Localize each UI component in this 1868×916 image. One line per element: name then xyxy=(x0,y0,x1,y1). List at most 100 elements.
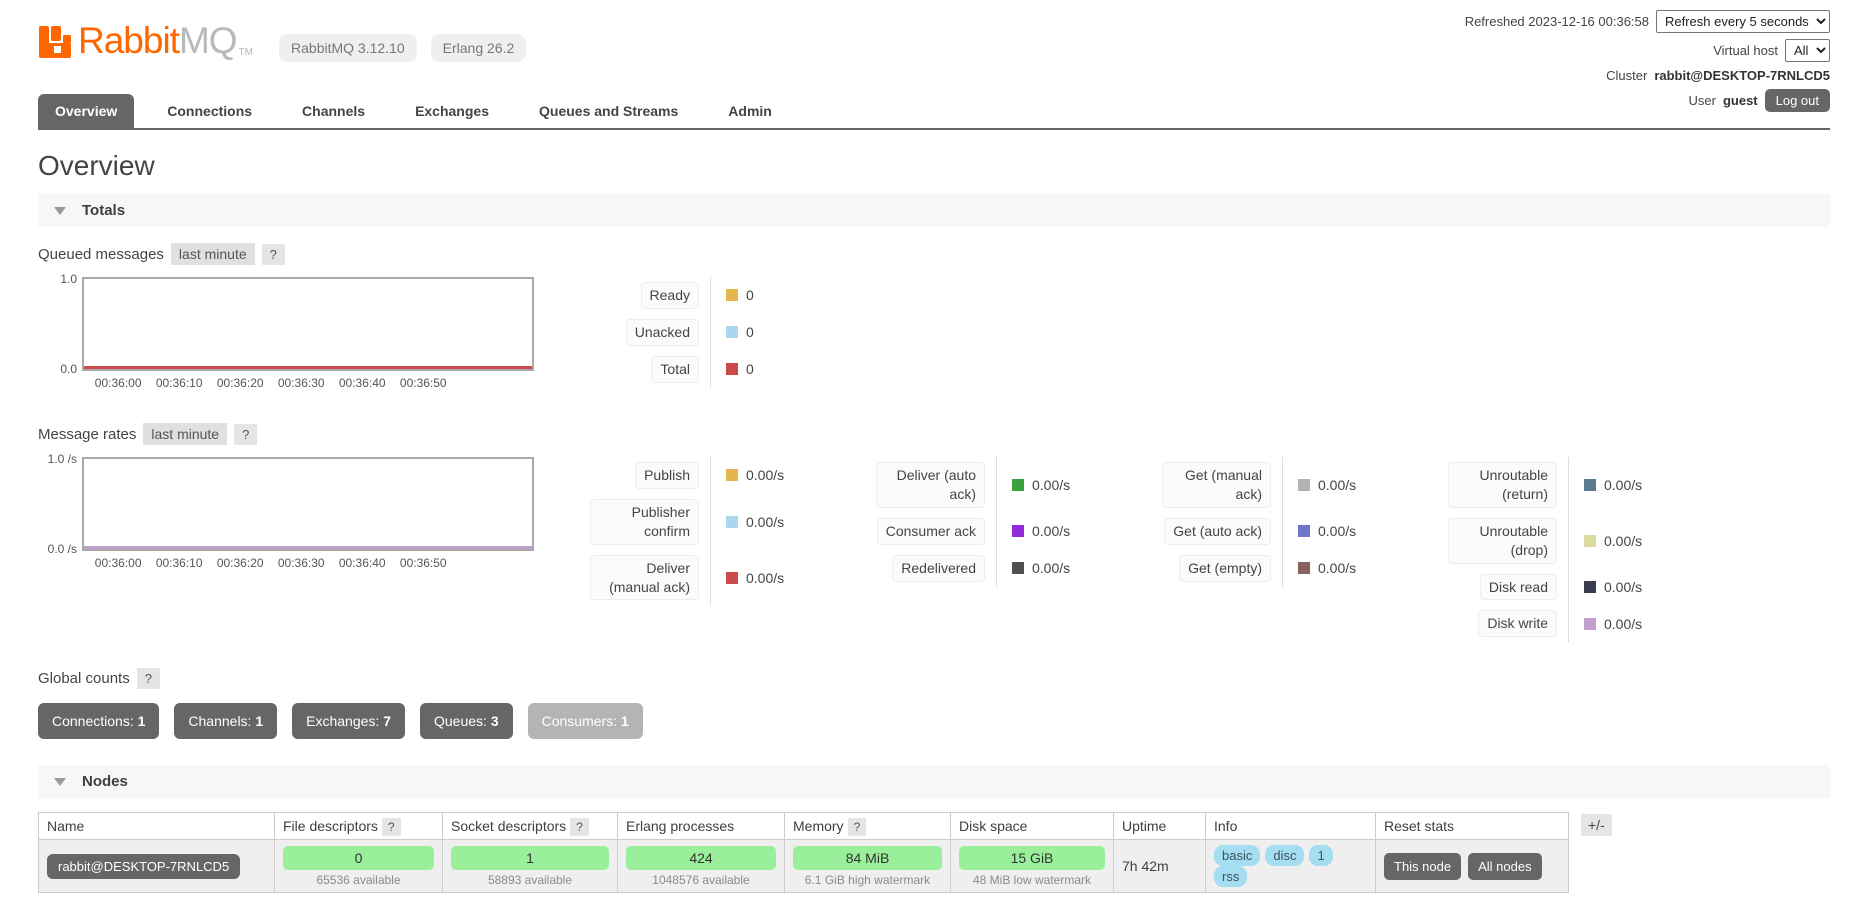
channels-count-button[interactable]: Channels: 1 xyxy=(174,703,277,739)
nodes-section-header[interactable]: Nodes xyxy=(38,765,1830,798)
message-rates-legend-col-3: Get (manual ack) 0.00/s Get (auto ack) 0… xyxy=(1162,457,1394,587)
tab-queues-and-streams[interactable]: Queues and Streams xyxy=(522,94,695,128)
legend-label-get-empty: Get (empty) xyxy=(1179,555,1271,582)
file-descriptors-value-bar: 0 xyxy=(283,846,434,870)
message-rates-legend-col-2: Deliver (auto ack) 0.00/s Consumer ack 0… xyxy=(876,457,1108,587)
brand-mq: MQ xyxy=(179,20,237,61)
x-tick: 00:36:40 xyxy=(339,556,386,570)
refresh-line: Refreshed 2023-12-16 00:36:58 Refresh ev… xyxy=(1465,10,1830,33)
socket-descriptors-cell: 1 58893 available xyxy=(443,840,618,893)
uptime-cell: 7h 42m xyxy=(1114,840,1206,893)
totals-section-title: Totals xyxy=(82,202,125,219)
node-name-cell: rabbit@DESKTOP-7RNLCD5 xyxy=(39,840,275,893)
socket-descriptors-help-icon[interactable]: ? xyxy=(570,818,589,836)
disk-space-value-bar: 15 GiB xyxy=(959,846,1105,870)
main-tabs: Overview Connections Channels Exchanges … xyxy=(38,94,1830,130)
file-descriptors-cell: 0 65536 available xyxy=(275,840,443,893)
reset-this-node-button[interactable]: This node xyxy=(1384,853,1461,880)
message-rates-y-axis: 1.0 /s 0.0 /s xyxy=(38,457,82,551)
exchanges-count-button[interactable]: Exchanges: 7 xyxy=(292,703,405,739)
version-badges: RabbitMQ 3.12.10 Erlang 26.2 xyxy=(279,34,526,62)
legend-value-cell: 0.00/s xyxy=(996,550,1108,587)
brand-text: RabbitMQ xyxy=(78,21,237,61)
erlang-processes-cell: 424 1048576 available xyxy=(618,840,785,893)
file-descriptors-available: 65536 available xyxy=(281,873,436,887)
node-name-badge[interactable]: rabbit@DESKTOP-7RNLCD5 xyxy=(47,854,240,879)
tab-connections[interactable]: Connections xyxy=(150,94,269,128)
legend-value: 0.00/s xyxy=(1032,523,1070,539)
memory-help-icon[interactable]: ? xyxy=(848,818,867,836)
legend-value-cell: 0.00/s xyxy=(1568,569,1680,606)
erlang-processes-value-bar: 424 xyxy=(626,846,776,870)
legend-label-cell: Ready xyxy=(590,277,710,314)
count-value: 3 xyxy=(491,713,499,729)
legend-value-cell: 0 xyxy=(710,351,822,388)
legend-value: 0.00/s xyxy=(1032,560,1070,576)
refresh-interval-select[interactable]: Refresh every 5 seconds xyxy=(1656,10,1830,33)
legend-value: 0.00/s xyxy=(1604,533,1642,549)
y-min-label: 0.0 xyxy=(60,362,77,376)
reset-all-nodes-button[interactable]: All nodes xyxy=(1468,853,1541,880)
legend-value: 0.00/s xyxy=(1318,560,1356,576)
legend-label-disk-write: Disk write xyxy=(1478,610,1557,637)
total-series-line xyxy=(84,366,532,369)
legend-value: 0.00/s xyxy=(746,570,784,586)
tab-exchanges[interactable]: Exchanges xyxy=(398,94,506,128)
legend-label-cell: Deliver (manual ack) xyxy=(590,550,710,606)
tab-channels[interactable]: Channels xyxy=(285,94,382,128)
legend-color-swatch xyxy=(1298,479,1310,491)
y-max-label: 1.0 xyxy=(60,272,77,286)
virtual-host-select[interactable]: All xyxy=(1785,39,1830,62)
virtual-host-label: Virtual host xyxy=(1713,43,1778,58)
message-rates-plot-area xyxy=(82,457,534,551)
message-rates-title: Message rates xyxy=(38,426,136,443)
legend-value-cell: 0.00/s xyxy=(996,513,1108,550)
queued-messages-plot-area xyxy=(82,277,534,371)
legend-color-swatch xyxy=(1298,562,1310,574)
message-rates-legend-col-1: Publish 0.00/s Publisher confirm 0.00/s … xyxy=(590,457,822,605)
message-rates-title-row: Message rates last minute ? xyxy=(38,423,1830,445)
legend-value-total: 0 xyxy=(746,361,754,377)
totals-section-header[interactable]: Totals xyxy=(38,194,1830,227)
legend-label-cell: Unroutable (return) xyxy=(1448,457,1568,513)
tab-overview[interactable]: Overview xyxy=(38,94,134,128)
queues-count-button[interactable]: Queues: 3 xyxy=(420,703,513,739)
count-value: 7 xyxy=(383,713,391,729)
queued-messages-help-icon[interactable]: ? xyxy=(262,244,285,265)
col-header-name: Name xyxy=(39,813,275,840)
disk-space-cell: 15 GiB 48 MiB low watermark xyxy=(951,840,1114,893)
legend-label-cell: Redelivered xyxy=(876,550,996,587)
tab-admin[interactable]: Admin xyxy=(711,94,789,128)
queued-messages-range-badge[interactable]: last minute xyxy=(171,243,255,265)
message-rates-help-icon[interactable]: ? xyxy=(234,424,257,445)
legend-label-deliver-auto-ack: Deliver (auto ack) xyxy=(876,462,985,508)
legend-label-get-manual-ack: Get (manual ack) xyxy=(1162,462,1271,508)
vhost-line: Virtual host All xyxy=(1465,39,1830,62)
socket-descriptors-available: 58893 available xyxy=(449,873,611,887)
y-max-label: 1.0 /s xyxy=(48,452,77,466)
message-rates-range-badge[interactable]: last minute xyxy=(143,423,227,445)
x-tick: 00:36:10 xyxy=(156,556,203,570)
memory-cell: 84 MiB 6.1 GiB high watermark xyxy=(785,840,951,893)
legend-label-cell: Get (auto ack) xyxy=(1162,513,1282,550)
file-descriptors-help-icon[interactable]: ? xyxy=(382,818,401,836)
header: RabbitMQ TM RabbitMQ 3.12.10 Erlang 26.2… xyxy=(38,0,1830,130)
legend-value-cell: 0.00/s xyxy=(1568,513,1680,569)
rabbitmq-logo[interactable]: RabbitMQ TM xyxy=(38,21,253,62)
connections-count-button[interactable]: Connections: 1 xyxy=(38,703,159,739)
x-tick: 00:36:40 xyxy=(339,376,386,390)
legend-value-ready: 0 xyxy=(746,287,754,303)
legend-value-cell: 0 xyxy=(710,277,822,314)
legend-value-cell: 0 xyxy=(710,314,822,351)
memory-watermark: 6.1 GiB high watermark xyxy=(791,873,944,887)
x-tick: 00:36:20 xyxy=(217,556,264,570)
socket-descriptors-value-bar: 1 xyxy=(451,846,609,870)
legend-label-cell: Unacked xyxy=(590,314,710,351)
legend-label-consumer-ack: Consumer ack xyxy=(877,518,985,545)
count-value: 1 xyxy=(138,713,146,729)
legend-label-unacked: Unacked xyxy=(626,319,699,346)
global-counts-help-icon[interactable]: ? xyxy=(137,668,160,689)
legend-value: 0.00/s xyxy=(1318,477,1356,493)
legend-label-cell: Disk read xyxy=(1448,569,1568,606)
column-toggle-plus-minus[interactable]: +/- xyxy=(1581,814,1612,836)
